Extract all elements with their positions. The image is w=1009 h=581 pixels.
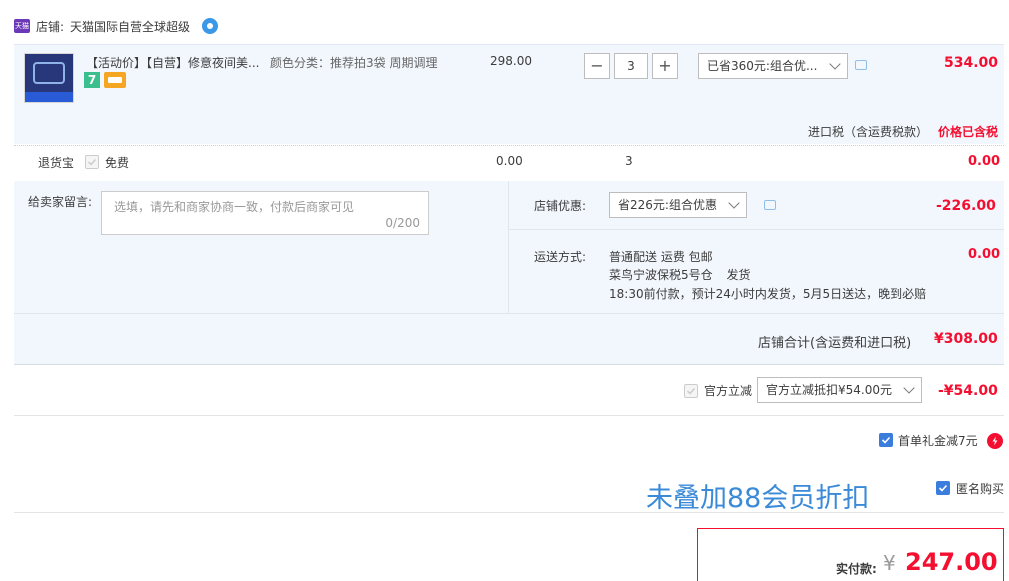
chevron-down-icon bbox=[829, 58, 841, 70]
return-insurance-option: 免费 bbox=[105, 156, 130, 170]
shipping-method: 普通配送 运费 包邮 bbox=[609, 250, 713, 264]
first-order-label: 首单礼金减7元 bbox=[898, 434, 978, 448]
chevron-down-icon bbox=[903, 382, 915, 394]
official-discount-label: 官方立减 bbox=[704, 384, 753, 398]
shop-total-amount: ¥308.00 bbox=[934, 331, 998, 347]
product-thumbnail[interactable] bbox=[24, 53, 74, 103]
shipping-warehouse: 菜鸟宁波保税5号仓 发货 bbox=[609, 266, 750, 283]
seller-message-placeholder: 选填，请先和商家协商一致，付款后商家可见 bbox=[114, 200, 355, 214]
shop-header: 天猫 店铺: 天猫国际自营全球超级 bbox=[14, 14, 219, 38]
payment-label: 实付款: bbox=[836, 562, 877, 576]
char-counter: 0/200 bbox=[385, 216, 420, 230]
seller-message-label: 给卖家留言: bbox=[28, 195, 93, 209]
shop-discount-select[interactable]: 省226元:组合优惠 bbox=[609, 192, 747, 218]
message-icon[interactable] bbox=[855, 60, 867, 70]
item-promo-value: 已省360元:组合优... bbox=[707, 59, 818, 73]
chat-icon[interactable] bbox=[202, 18, 219, 34]
lightning-icon bbox=[987, 433, 1003, 449]
warehouse-name: 菜鸟宁波保税5号仓 bbox=[609, 268, 713, 282]
official-discount-select[interactable]: 官方立减抵扣¥54.00元 bbox=[757, 377, 922, 403]
unit-price: 298.00 bbox=[490, 54, 532, 68]
seven-day-return-icon: 7 bbox=[84, 72, 100, 88]
anonymous-label: 匿名购买 bbox=[956, 482, 1005, 496]
return-insurance-total: 0.00 bbox=[968, 154, 1001, 169]
item-promo-select[interactable]: 已省360元:组合优... bbox=[698, 53, 848, 79]
official-discount-checkbox[interactable] bbox=[684, 384, 698, 398]
shop-discount-value: 省226元:组合优惠 bbox=[618, 198, 717, 212]
payment-amount: 247.00 bbox=[905, 548, 998, 576]
warehouse-ship: 发货 bbox=[726, 268, 751, 282]
product-spec: 颜色分类：推荐拍3袋 周期调理 bbox=[270, 56, 438, 70]
order-options-panel: 给卖家留言: 选填，请先和商家协商一致，付款后商家可见 0/200 店铺优惠: … bbox=[14, 181, 1004, 365]
return-insurance-price: 0.00 bbox=[496, 154, 523, 168]
first-order-checkbox[interactable] bbox=[879, 433, 893, 447]
official-discount-amount: -¥54.00 bbox=[938, 383, 998, 399]
import-tax-value: 价格已含税 bbox=[938, 125, 999, 139]
credit-card-icon bbox=[104, 72, 126, 88]
product-title[interactable]: 【活动价】【自营】修意夜间美... bbox=[86, 54, 259, 71]
order-item: 【活动价】【自营】修意夜间美... 颜色分类：推荐拍3袋 周期调理 7 298.… bbox=[14, 44, 1004, 144]
decrease-button[interactable]: − bbox=[584, 53, 610, 79]
message-icon[interactable] bbox=[764, 200, 776, 210]
return-insurance-qty: 3 bbox=[625, 154, 633, 168]
member-discount-note: 未叠加88会员折扣 bbox=[646, 483, 870, 514]
shipping-eta: 18:30前付款，预计24小时内发货，5月5日送达，晚到必赔 bbox=[609, 287, 927, 301]
seller-message-input[interactable]: 选填，请先和商家协商一致，付款后商家可见 0/200 bbox=[101, 191, 429, 235]
official-discount-value: 官方立减抵扣¥54.00元 bbox=[766, 383, 892, 397]
return-insurance-checkbox[interactable] bbox=[85, 155, 99, 169]
payment-currency: ¥ bbox=[883, 551, 896, 575]
shipping-amount: 0.00 bbox=[968, 247, 1001, 262]
return-insurance-label: 退货宝 bbox=[38, 156, 75, 170]
shipping-label: 运送方式: bbox=[534, 250, 587, 264]
shop-label: 店铺: bbox=[36, 19, 65, 34]
import-tax-label: 进口税（含运费税款） bbox=[808, 125, 929, 139]
tmall-shop-icon: 天猫 bbox=[14, 19, 30, 33]
increase-button[interactable]: + bbox=[652, 53, 678, 79]
anonymous-checkbox[interactable] bbox=[936, 481, 950, 495]
shop-total-label: 店铺合计(含运费和进口税) bbox=[758, 336, 912, 351]
quantity-stepper: − 3 + bbox=[584, 53, 678, 79]
payment-summary: 实付款: ¥ 247.00 bbox=[697, 528, 1004, 581]
quantity-input[interactable]: 3 bbox=[614, 53, 648, 79]
shop-name[interactable]: 天猫国际自营全球超级 bbox=[70, 18, 190, 35]
shop-discount-label: 店铺优惠: bbox=[534, 199, 587, 213]
chevron-down-icon bbox=[728, 197, 740, 209]
shop-discount-amount: -226.00 bbox=[936, 198, 996, 214]
item-subtotal: 534.00 bbox=[944, 55, 999, 71]
